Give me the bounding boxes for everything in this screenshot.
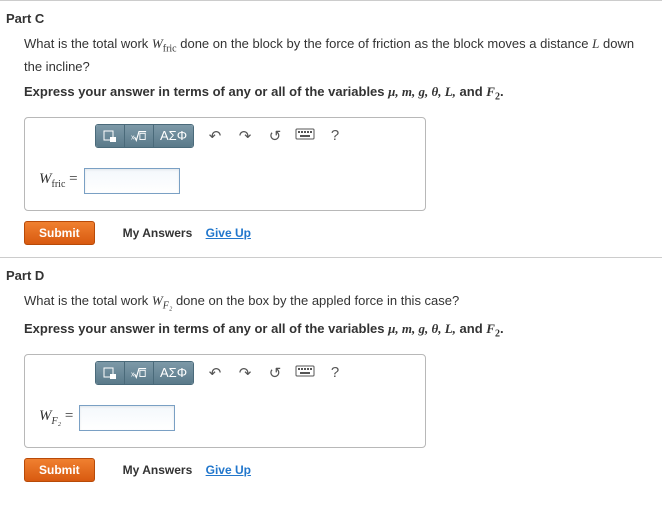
q-post: done on the block by the force of fricti… [177,36,593,51]
redo-icon[interactable]: ↷ [230,364,260,382]
input-row: Wfric = [25,154,425,210]
i-last: F [486,84,495,99]
template-buttons: x ΑΣΦ [95,361,194,385]
fraction-icon [102,129,118,143]
keyboard-icon[interactable] [290,364,320,381]
part-d: Part D What is the total work WF₂ done o… [0,257,662,494]
template-root-button[interactable]: x [125,125,154,147]
i-and: and [456,321,486,336]
root-icon: x [131,129,147,143]
button-row: Submit My Answers Give Up [24,458,648,482]
answer-input[interactable] [79,405,175,431]
answer-input[interactable] [84,168,180,194]
greek-letters-button[interactable]: ΑΣΦ [154,125,193,147]
formula-toolbar: x ΑΣΦ ↶ ↷ ↺ ? [25,355,425,391]
input-row: WF₂ = [25,391,425,447]
greek-letters-button[interactable]: ΑΣΦ [154,362,193,384]
i-end: . [500,321,504,336]
root-icon: x [131,366,147,380]
i-end: . [500,84,504,99]
submit-button[interactable]: Submit [24,458,95,482]
question-text: What is the total work WF₂ done on the b… [24,291,648,314]
part-body: What is the total work Wfric done on the… [6,34,662,245]
template-fraction-button[interactable] [96,362,125,384]
i-vars: μ, m, g, θ, L, [388,84,456,99]
answer-label: Wfric = [39,171,78,190]
button-row: Submit My Answers Give Up [24,221,648,245]
lbl-eq: = [65,171,77,187]
links: My Answers Give Up [123,463,251,477]
fraction-icon [102,366,118,380]
links: My Answers Give Up [123,226,251,240]
part-title: Part D [6,268,662,283]
submit-button[interactable]: Submit [24,221,95,245]
answer-box: x ΑΣΦ ↶ ↷ ↺ ? Wfric = [24,117,426,211]
template-root-button[interactable]: x [125,362,154,384]
my-answers-link[interactable]: My Answers [123,226,193,240]
instruction-text: Express your answer in terms of any or a… [24,321,648,340]
i-pre: Express your answer in terms of any or a… [24,321,388,336]
q-pre: What is the total work [24,293,152,308]
reset-icon[interactable]: ↺ [260,127,290,145]
give-up-link[interactable]: Give Up [206,463,251,477]
help-icon[interactable]: ? [320,364,350,381]
q-sub: fric [163,44,177,55]
reset-icon[interactable]: ↺ [260,364,290,382]
lbl-sub: F₂ [52,416,62,427]
q-pre: What is the total work [24,36,152,51]
part-body: What is the total work WF₂ done on the b… [6,291,662,482]
q-sym: W [152,36,163,51]
redo-icon[interactable]: ↷ [230,127,260,145]
part-title: Part C [6,11,662,26]
lbl-sub: fric [52,179,66,190]
undo-icon[interactable]: ↶ [200,364,230,382]
keyboard-icon[interactable] [290,127,320,144]
lbl-eq: = [61,408,73,424]
undo-icon[interactable]: ↶ [200,127,230,145]
give-up-link[interactable]: Give Up [206,226,251,240]
lbl-main: W [39,408,52,424]
my-answers-link[interactable]: My Answers [123,463,193,477]
i-vars: μ, m, g, θ, L, [388,321,456,336]
q-sub: F₂ [163,300,173,311]
question-text: What is the total work Wfric done on the… [24,34,648,76]
i-last: F [486,321,495,336]
i-and: and [456,84,486,99]
template-fraction-button[interactable] [96,125,125,147]
answer-label: WF₂ = [39,408,73,427]
instruction-text: Express your answer in terms of any or a… [24,84,648,103]
answer-box: x ΑΣΦ ↶ ↷ ↺ ? WF₂ = [24,354,426,448]
formula-toolbar: x ΑΣΦ ↶ ↷ ↺ ? [25,118,425,154]
q-sym: W [152,293,163,308]
lbl-main: W [39,171,52,187]
q-post: done on the box by the appled force in t… [172,293,459,308]
help-icon[interactable]: ? [320,127,350,144]
template-buttons: x ΑΣΦ [95,124,194,148]
part-c: Part C What is the total work Wfric done… [0,0,662,257]
i-pre: Express your answer in terms of any or a… [24,84,388,99]
